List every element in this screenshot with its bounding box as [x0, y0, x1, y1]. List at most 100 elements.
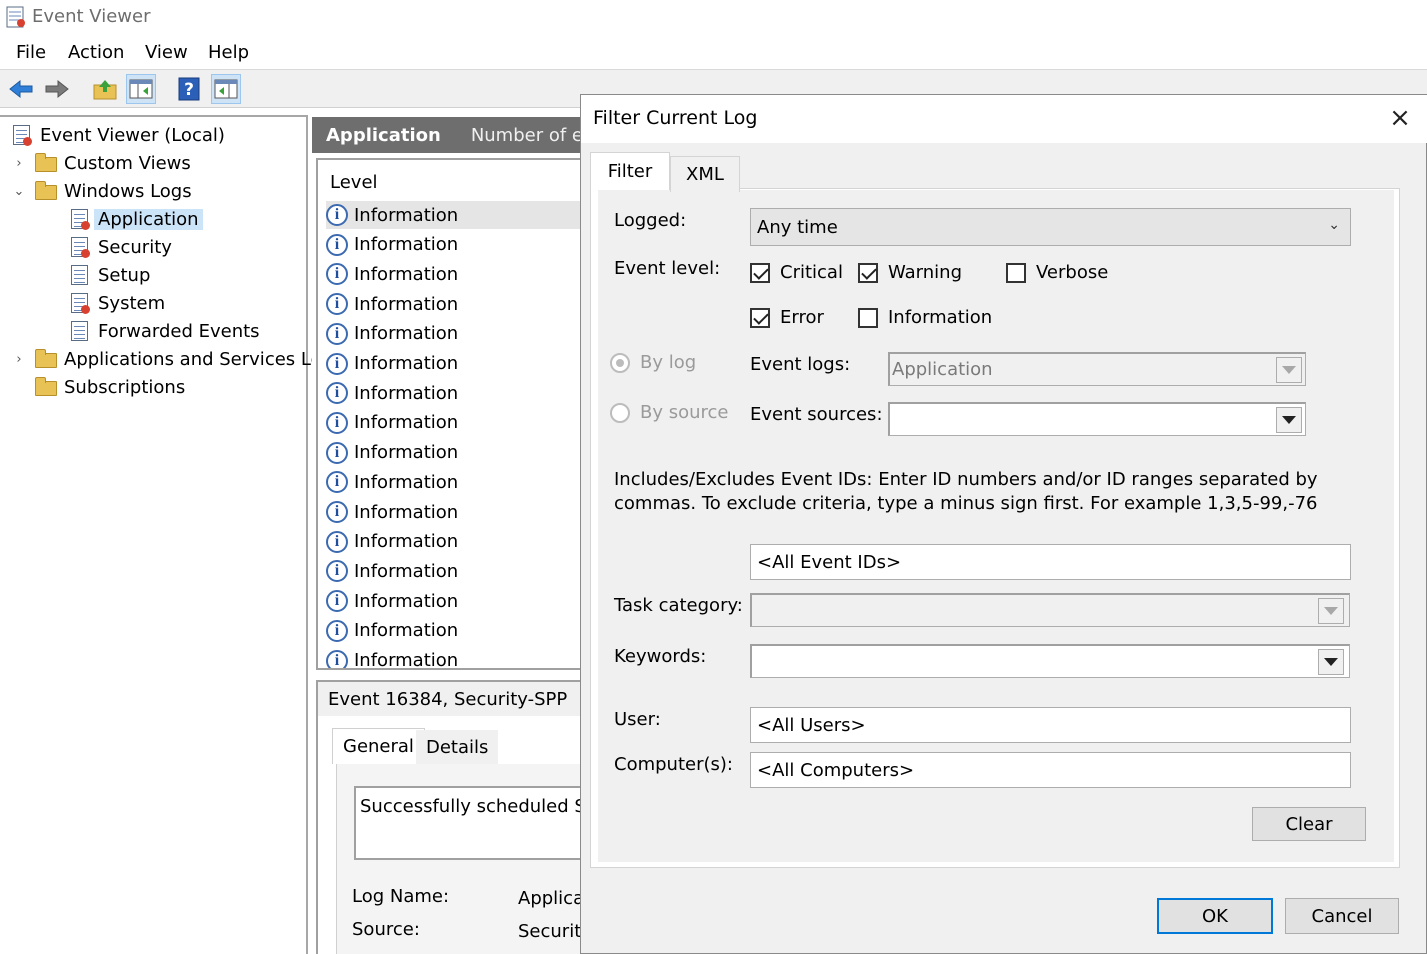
- table-row[interactable]: i Information: [326, 350, 580, 378]
- checkbox-checked-icon: [750, 307, 770, 328]
- checkbox-checked-icon: [858, 262, 878, 283]
- keywords-dropdown-button[interactable]: [1318, 649, 1344, 675]
- user-value: <All Users>: [757, 714, 866, 736]
- task-category-field[interactable]: [750, 593, 1350, 627]
- help-icon: ?: [178, 77, 200, 101]
- forward-button[interactable]: [42, 74, 72, 104]
- checkbox-unchecked-icon: [1006, 262, 1026, 283]
- level-cell: Information: [354, 293, 459, 315]
- table-row[interactable]: i Information: [326, 468, 580, 496]
- tree-item-applications-and-services[interactable]: › Applications and Services Log: [12, 345, 333, 373]
- tab-details[interactable]: Details: [416, 730, 499, 764]
- column-header-level[interactable]: Level: [330, 172, 378, 193]
- level-cell: Information: [354, 560, 459, 582]
- logged-select-value: Any time: [757, 216, 838, 238]
- event-logs-dropdown-button[interactable]: [1276, 357, 1302, 383]
- events-grid[interactable]: Level i Information i Information i Informati…: [316, 158, 580, 670]
- task-category-dropdown-button[interactable]: [1318, 598, 1344, 624]
- chevron-right-icon[interactable]: ›: [12, 156, 26, 171]
- information-icon: i: [326, 501, 348, 523]
- level-cell: Information: [354, 323, 459, 345]
- warning-label: Warning: [888, 262, 963, 283]
- menu-file[interactable]: File: [16, 42, 46, 63]
- table-row[interactable]: i Information: [326, 617, 580, 645]
- information-icon: i: [326, 263, 348, 286]
- error-label: Error: [780, 307, 824, 328]
- help-button[interactable]: ?: [174, 74, 204, 104]
- dropdown-arrow-icon: [1324, 658, 1338, 666]
- keywords-field[interactable]: [750, 644, 1350, 678]
- event-sources-field[interactable]: [888, 402, 1306, 436]
- back-arrow-icon: [9, 79, 33, 99]
- information-icon: i: [326, 322, 348, 345]
- menu-help[interactable]: Help: [208, 42, 249, 63]
- close-icon[interactable]: ×: [1387, 105, 1413, 131]
- tab-xml[interactable]: XML: [670, 156, 740, 192]
- event-logs-field[interactable]: Application: [888, 352, 1306, 386]
- back-button[interactable]: [6, 74, 36, 104]
- clear-button[interactable]: Clear: [1252, 807, 1366, 841]
- by-source-label: By source: [640, 402, 729, 423]
- table-row[interactable]: i Information: [326, 528, 580, 556]
- table-row[interactable]: i Information: [326, 379, 580, 407]
- table-row[interactable]: i Information: [326, 647, 580, 668]
- by-log-radio[interactable]: By log: [610, 352, 696, 373]
- menu-action[interactable]: Action: [68, 42, 124, 63]
- up-folder-button[interactable]: [90, 74, 120, 104]
- table-row[interactable]: i Information: [326, 320, 580, 348]
- table-row[interactable]: i Information: [326, 260, 580, 288]
- table-row[interactable]: i Information: [326, 201, 580, 229]
- tree-item-forwarded-events[interactable]: Forwarded Events: [68, 317, 260, 345]
- source-label: Source:: [352, 919, 420, 940]
- event-detail-title: Event 16384, Security-SPP: [316, 680, 580, 716]
- chevron-right-icon[interactable]: ›: [12, 352, 26, 367]
- verbose-checkbox[interactable]: Verbose: [1006, 262, 1108, 283]
- folder-icon: [34, 348, 58, 370]
- tab-filter[interactable]: Filter: [590, 152, 670, 190]
- log-name-label: Log Name:: [352, 886, 450, 907]
- ok-button[interactable]: OK: [1157, 898, 1273, 934]
- tab-general[interactable]: General: [332, 728, 425, 764]
- tree-item-custom-views[interactable]: › Custom Views: [12, 149, 190, 177]
- tree-item-application[interactable]: Application: [68, 205, 203, 233]
- menu-view[interactable]: View: [145, 42, 188, 63]
- tree-item-subscriptions[interactable]: Subscriptions: [12, 373, 185, 401]
- by-source-radio[interactable]: By source: [610, 402, 729, 423]
- table-row[interactable]: i Information: [326, 290, 580, 318]
- table-row[interactable]: i Information: [326, 231, 580, 259]
- information-label: Information: [888, 307, 993, 328]
- level-cell: Information: [354, 501, 459, 523]
- information-checkbox[interactable]: Information: [858, 307, 992, 328]
- level-cell: Information: [354, 263, 459, 285]
- tree-item-event-viewer-local[interactable]: Event Viewer (Local): [10, 121, 225, 149]
- event-id-help-text: Includes/Excludes Event IDs: Enter ID nu…: [614, 469, 1318, 514]
- table-row[interactable]: i Information: [326, 587, 580, 615]
- tree-item-windows-logs[interactable]: ⌄ Windows Logs: [12, 177, 192, 205]
- computers-input[interactable]: <All Computers>: [750, 752, 1351, 788]
- table-row[interactable]: i Information: [326, 409, 580, 437]
- event-sources-dropdown-button[interactable]: [1276, 407, 1302, 433]
- logged-select[interactable]: Any time ⌄: [750, 208, 1351, 246]
- show-hide-tree-button[interactable]: [126, 74, 156, 104]
- information-icon: i: [326, 204, 348, 226]
- warning-checkbox[interactable]: Warning: [858, 262, 962, 283]
- tree-item-setup[interactable]: Setup: [68, 261, 150, 289]
- information-icon: i: [326, 471, 348, 494]
- table-row[interactable]: i Information: [326, 557, 580, 585]
- information-icon: i: [326, 382, 348, 405]
- chevron-down-icon[interactable]: ⌄: [12, 184, 26, 199]
- dialog-title-bar: Filter Current Log ×: [581, 95, 1427, 143]
- user-input[interactable]: <All Users>: [750, 707, 1351, 743]
- table-row[interactable]: i Information: [326, 498, 580, 526]
- event-ids-input[interactable]: <All Event IDs>: [750, 544, 1351, 580]
- information-icon: i: [326, 293, 348, 316]
- tree-item-system[interactable]: System: [68, 289, 165, 317]
- event-description[interactable]: Successfully scheduled Software Protecti…: [354, 786, 580, 860]
- folder-icon: [34, 152, 58, 174]
- show-hide-action-pane-button[interactable]: [211, 74, 241, 104]
- critical-checkbox[interactable]: Critical: [750, 262, 843, 283]
- error-checkbox[interactable]: Error: [750, 307, 824, 328]
- tree-item-security[interactable]: Security: [68, 233, 172, 261]
- table-row[interactable]: i Information: [326, 439, 580, 467]
- cancel-button[interactable]: Cancel: [1285, 898, 1399, 934]
